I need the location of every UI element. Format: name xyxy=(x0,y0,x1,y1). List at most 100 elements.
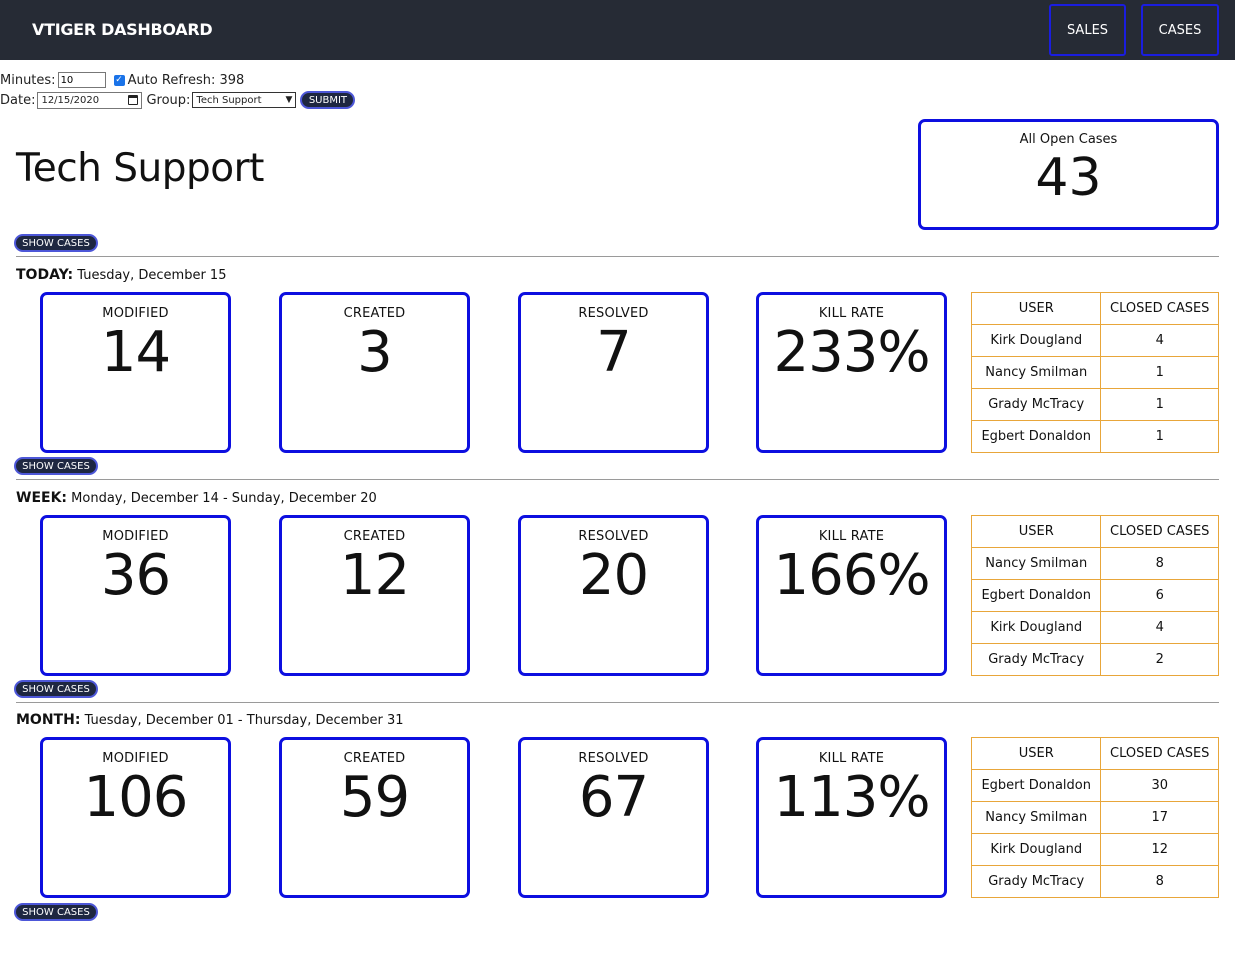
column-header-closed-cases: CLOSED CASES xyxy=(1100,737,1219,770)
count-cell: 2 xyxy=(1100,643,1219,676)
user-cell: Kirk Dougland xyxy=(970,833,1102,866)
created-card: CREATED 59 xyxy=(279,737,470,898)
show-cases-button[interactable]: SHOW CASES xyxy=(14,680,98,698)
table-row: Kirk Dougland 4 xyxy=(970,324,1219,357)
card-label: MODIFIED xyxy=(102,751,169,766)
all-open-cases-label: All Open Cases xyxy=(1019,132,1118,147)
section-range: Tuesday, December 01 - Thursday, Decembe… xyxy=(84,713,404,728)
brand-title[interactable]: VTIGER DASHBOARD xyxy=(32,20,213,39)
closed-cases-table: USER CLOSED CASES Nancy Smilman 8 Egbert … xyxy=(970,515,1219,676)
show-cases-button[interactable]: SHOW CASES xyxy=(14,903,98,921)
calendar-icon[interactable] xyxy=(128,95,139,105)
page-title: Tech Support xyxy=(16,146,264,191)
section-key: MONTH: xyxy=(16,712,81,728)
section-key: WEEK: xyxy=(16,490,68,506)
modified-card: MODIFIED 36 xyxy=(40,515,231,676)
filter-controls: Date: 12/15/2020 Group: Tech Support ▼ S… xyxy=(0,91,356,109)
all-open-cases-value: 43 xyxy=(1035,148,1102,208)
refresh-controls: Minutes: ✓ Auto Refresh: 398 xyxy=(0,71,244,89)
table-row: Egbert Donaldon 6 xyxy=(970,579,1219,612)
card-value: 113% xyxy=(773,765,930,830)
table-row: Grady McTracy 2 xyxy=(970,643,1219,676)
all-open-cases-card: All Open Cases 43 xyxy=(918,119,1219,230)
card-value: 12 xyxy=(339,543,410,608)
card-value: 67 xyxy=(578,765,649,830)
user-cell: Grady McTracy xyxy=(970,643,1102,676)
resolved-card: RESOLVED 67 xyxy=(518,737,709,898)
auto-refresh-checkbox[interactable]: ✓ xyxy=(113,74,125,86)
section-range: Tuesday, December 15 xyxy=(77,268,227,283)
table-row: Kirk Dougland 12 xyxy=(970,833,1219,866)
count-cell: 12 xyxy=(1100,833,1219,866)
group-select[interactable]: Tech Support ▼ xyxy=(192,92,297,108)
card-value: 106 xyxy=(83,765,189,830)
group-label: Group: xyxy=(146,92,191,108)
column-header-user: USER xyxy=(970,292,1102,325)
count-cell: 4 xyxy=(1100,611,1219,644)
date-label: Date: xyxy=(0,92,36,108)
count-cell: 8 xyxy=(1100,865,1219,898)
nav-sales-button[interactable]: SALES xyxy=(1049,4,1126,56)
card-value: 14 xyxy=(100,320,171,385)
divider xyxy=(16,702,1219,703)
count-cell: 8 xyxy=(1100,547,1219,580)
card-label: CREATED xyxy=(343,529,406,544)
count-cell: 6 xyxy=(1100,579,1219,612)
count-cell: 30 xyxy=(1100,769,1219,802)
table-header-row: USER CLOSED CASES xyxy=(970,515,1219,548)
modified-card: MODIFIED 106 xyxy=(40,737,231,898)
nav-cases-button[interactable]: CASES xyxy=(1141,4,1219,56)
table-header-row: USER CLOSED CASES xyxy=(970,292,1219,325)
resolved-card: RESOLVED 20 xyxy=(518,515,709,676)
minutes-input[interactable] xyxy=(57,72,106,88)
closed-cases-table: USER CLOSED CASES Egbert Donaldon 30 Nanc… xyxy=(970,737,1219,898)
card-label: KILL RATE xyxy=(818,306,885,321)
card-label: RESOLVED xyxy=(578,306,649,321)
card-value: 59 xyxy=(339,765,410,830)
created-card: CREATED 12 xyxy=(279,515,470,676)
card-value: 20 xyxy=(578,543,649,608)
show-cases-button[interactable]: SHOW CASES xyxy=(14,234,98,252)
table-row: Nancy Smilman 17 xyxy=(970,801,1219,834)
submit-button[interactable]: SUBMIT xyxy=(300,91,356,109)
kill-rate-card: KILL RATE 113% xyxy=(756,737,947,898)
card-label: MODIFIED xyxy=(102,306,169,321)
user-cell: Grady McTracy xyxy=(970,388,1102,421)
user-cell: Kirk Dougland xyxy=(970,324,1102,357)
group-select-value: Tech Support xyxy=(196,94,262,106)
card-label: RESOLVED xyxy=(578,751,649,766)
table-row: Nancy Smilman 8 xyxy=(970,547,1219,580)
date-value: 12/15/2020 xyxy=(41,94,100,106)
table-row: Egbert Donaldon 30 xyxy=(970,769,1219,802)
count-cell: 1 xyxy=(1100,356,1219,389)
column-header-closed-cases: CLOSED CASES xyxy=(1100,515,1219,548)
section-header-today: TODAY: Tuesday, December 15 xyxy=(16,267,226,283)
user-cell: Grady McTracy xyxy=(970,865,1102,898)
auto-refresh-label: Auto Refresh: 398 xyxy=(127,72,245,88)
user-cell: Egbert Donaldon xyxy=(970,769,1102,802)
user-cell: Nancy Smilman xyxy=(970,547,1102,580)
divider xyxy=(16,256,1219,257)
card-value: 7 xyxy=(596,320,632,385)
user-cell: Egbert Donaldon xyxy=(970,420,1102,453)
created-card: CREATED 3 xyxy=(279,292,470,453)
user-cell: Egbert Donaldon xyxy=(970,579,1102,612)
show-cases-button[interactable]: SHOW CASES xyxy=(14,457,98,475)
table-header-row: USER CLOSED CASES xyxy=(970,737,1219,770)
user-cell: Nancy Smilman xyxy=(970,356,1102,389)
minutes-label: Minutes: xyxy=(0,72,56,88)
table-row: Nancy Smilman 1 xyxy=(970,356,1219,389)
section-key: TODAY: xyxy=(16,267,74,283)
closed-cases-table: USER CLOSED CASES Kirk Dougland 4 Nancy S… xyxy=(970,292,1219,453)
card-label: KILL RATE xyxy=(818,529,885,544)
date-input[interactable]: 12/15/2020 xyxy=(37,91,143,109)
card-value: 3 xyxy=(357,320,393,385)
modified-card: MODIFIED 14 xyxy=(40,292,231,453)
resolved-card: RESOLVED 7 xyxy=(518,292,709,453)
card-value: 166% xyxy=(773,543,930,608)
count-cell: 1 xyxy=(1100,388,1219,421)
section-range: Monday, December 14 - Sunday, December 2… xyxy=(71,491,377,506)
column-header-user: USER xyxy=(970,737,1102,770)
count-cell: 1 xyxy=(1100,420,1219,453)
table-row: Grady McTracy 8 xyxy=(970,865,1219,898)
